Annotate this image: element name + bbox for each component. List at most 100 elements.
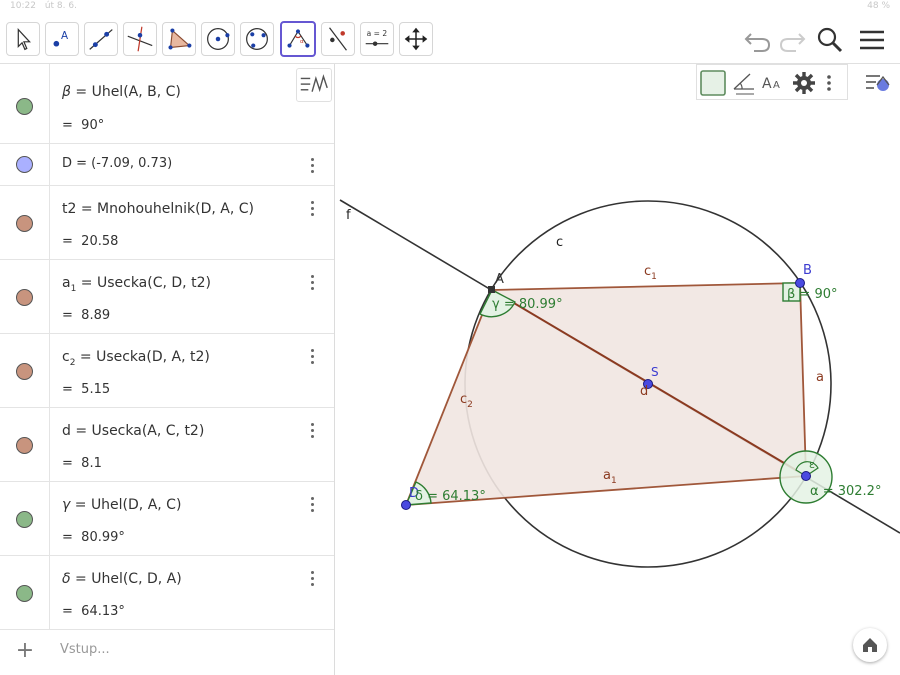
status-time: 10:22 [10,1,36,11]
reflect-line-icon [329,27,347,51]
row-definition[interactable]: d = Usecka(A, C, t2) [62,423,204,439]
move-graphics-tool[interactable] [399,22,433,56]
label-eps: ε [809,458,815,471]
visibility-toggle[interactable] [16,363,33,380]
row-label: t2 [62,201,77,217]
toggle-view-icon [866,75,890,91]
row-definition[interactable]: D = (-7.09, 0.73) [62,156,172,171]
hamburger-menu-icon [860,30,884,50]
graphics-view[interactable]: f c A B D S c1 c2 a a1 d γ = 80.99° β = … [336,64,900,675]
row-value: = 90° [62,118,104,133]
point-D[interactable] [401,500,411,510]
point-C[interactable] [801,471,811,481]
row-definition[interactable]: γ = Uhel(D, A, C) [62,497,181,513]
more-options-icon[interactable] [304,157,320,175]
reflect-tool[interactable] [321,22,355,56]
visibility-toggle[interactable] [16,156,33,173]
home-icon [863,638,877,652]
eq-sign: = [62,308,73,323]
algebra-row-gamma[interactable]: γ = Uhel(D, A, C) = 80.99° [0,482,334,556]
more-options-icon[interactable] [304,274,320,292]
eq-sign: = [62,118,73,133]
algebra-style-button[interactable] [296,68,332,102]
algebra-row-D[interactable]: D = (-7.09, 0.73) [0,144,334,186]
row-definition[interactable]: β = Uhel(A, B, C) [62,84,181,100]
point-A[interactable] [488,286,495,293]
home-button[interactable] [853,628,887,662]
visibility-toggle[interactable] [16,437,33,454]
more-options-icon[interactable] [304,348,320,366]
algebra-row-delta[interactable]: δ = Uhel(C, D, A) = 64.13° [0,556,334,630]
visibility-toggle[interactable] [16,215,33,232]
visibility-toggle[interactable] [16,511,33,528]
redo-button[interactable] [776,24,808,56]
algebra-input-row[interactable]: + Vstup... [0,630,334,674]
plus-icon[interactable]: + [14,638,36,663]
eq-sign: = [75,84,88,100]
more-options-button[interactable] [821,69,837,97]
row-definition[interactable]: a1 = Usecka(C, D, t2) [62,275,211,294]
algebra-row-d[interactable]: d = Usecka(A, C, t2) = 8.1 [0,408,334,482]
color-button[interactable] [699,69,727,97]
circle-three-points-tool[interactable] [240,22,274,56]
visibility-toggle[interactable] [16,98,33,115]
circle-center-point-tool[interactable] [201,22,235,56]
status-bar: 10:22 út 8. 6. 48 % [0,0,900,12]
point-tool[interactable]: A [45,22,79,56]
eq-sign: = [62,530,73,545]
label-d: d [640,384,648,399]
text-size-button[interactable]: AA [760,69,788,97]
redo-icon [779,33,806,52]
more-options-icon[interactable] [304,200,320,218]
def-text: Usecka(D, A, t2) [96,349,210,365]
undo-button[interactable] [742,24,774,56]
cursor-arrow-icon [17,28,31,51]
visibility-toggle[interactable] [16,289,33,306]
def-text: Uhel(C, D, A) [91,571,182,587]
line-tool[interactable] [84,22,118,56]
algebra-row-t2[interactable]: t2 = Mnohouhelnik(D, A, C) = 20.58 [0,186,334,260]
algebra-row-beta[interactable]: β = Uhel(A, B, C) = 90° [0,64,334,144]
more-options-icon[interactable] [304,422,320,440]
search-button[interactable] [814,24,846,56]
polygon-tool[interactable] [162,22,196,56]
marble-cell [0,482,50,555]
value-text: 80.99° [81,530,125,545]
row-definition[interactable]: c2 = Usecka(D, A, t2) [62,349,210,368]
angle-icon: α [287,29,310,48]
more-options-icon[interactable] [304,496,320,514]
more-options-icon[interactable] [304,570,320,588]
perpendicular-line-tool[interactable] [123,22,157,56]
angle-style-button[interactable] [730,69,758,97]
status-date: út 8. 6. [44,1,77,11]
row-label-sub: 2 [69,357,76,368]
text-size-icon: AA [762,76,780,92]
algebra-row-a1[interactable]: a1 = Usecka(C, D, t2) = 8.89 [0,260,334,334]
row-definition[interactable]: δ = Uhel(C, D, A) [62,571,182,587]
def-text: Usecka(A, C, t2) [91,423,205,439]
settings-button[interactable] [790,69,818,97]
value-text: 20.58 [81,234,119,249]
label-gamma: γ = 80.99° [492,297,563,312]
eq-sign: = [75,423,88,439]
move-tool[interactable] [6,22,40,56]
algebra-row-c2[interactable]: c2 = Usecka(D, A, t2) = 5.15 [0,334,334,408]
visibility-toggle[interactable] [16,585,33,602]
algebra-input[interactable]: Vstup... [60,642,110,657]
toggle-view-button[interactable] [864,68,894,96]
marble-cell [0,144,50,185]
slider-tool[interactable]: a = 2 [360,22,394,56]
marble-cell [0,64,50,143]
undo-icon [744,33,771,52]
row-definition[interactable]: t2 = Mnohouhelnik(D, A, C) [62,201,254,217]
geogebra-app: 10:22 út 8. 6. 48 % A α a = 2 β = Uhel(A… [0,0,900,675]
polygon-icon [168,28,192,50]
angle-tool[interactable]: α [280,21,316,57]
eq-sign: = [74,497,87,513]
value-text: 5.15 [81,382,111,397]
menu-button[interactable] [856,24,888,56]
eq-sign: = [62,604,73,619]
marble-cell [0,334,50,407]
algebra-view: β = Uhel(A, B, C) = 90° D = (-7.09, 0.73… [0,64,335,675]
perpendicular-icon [127,26,153,52]
